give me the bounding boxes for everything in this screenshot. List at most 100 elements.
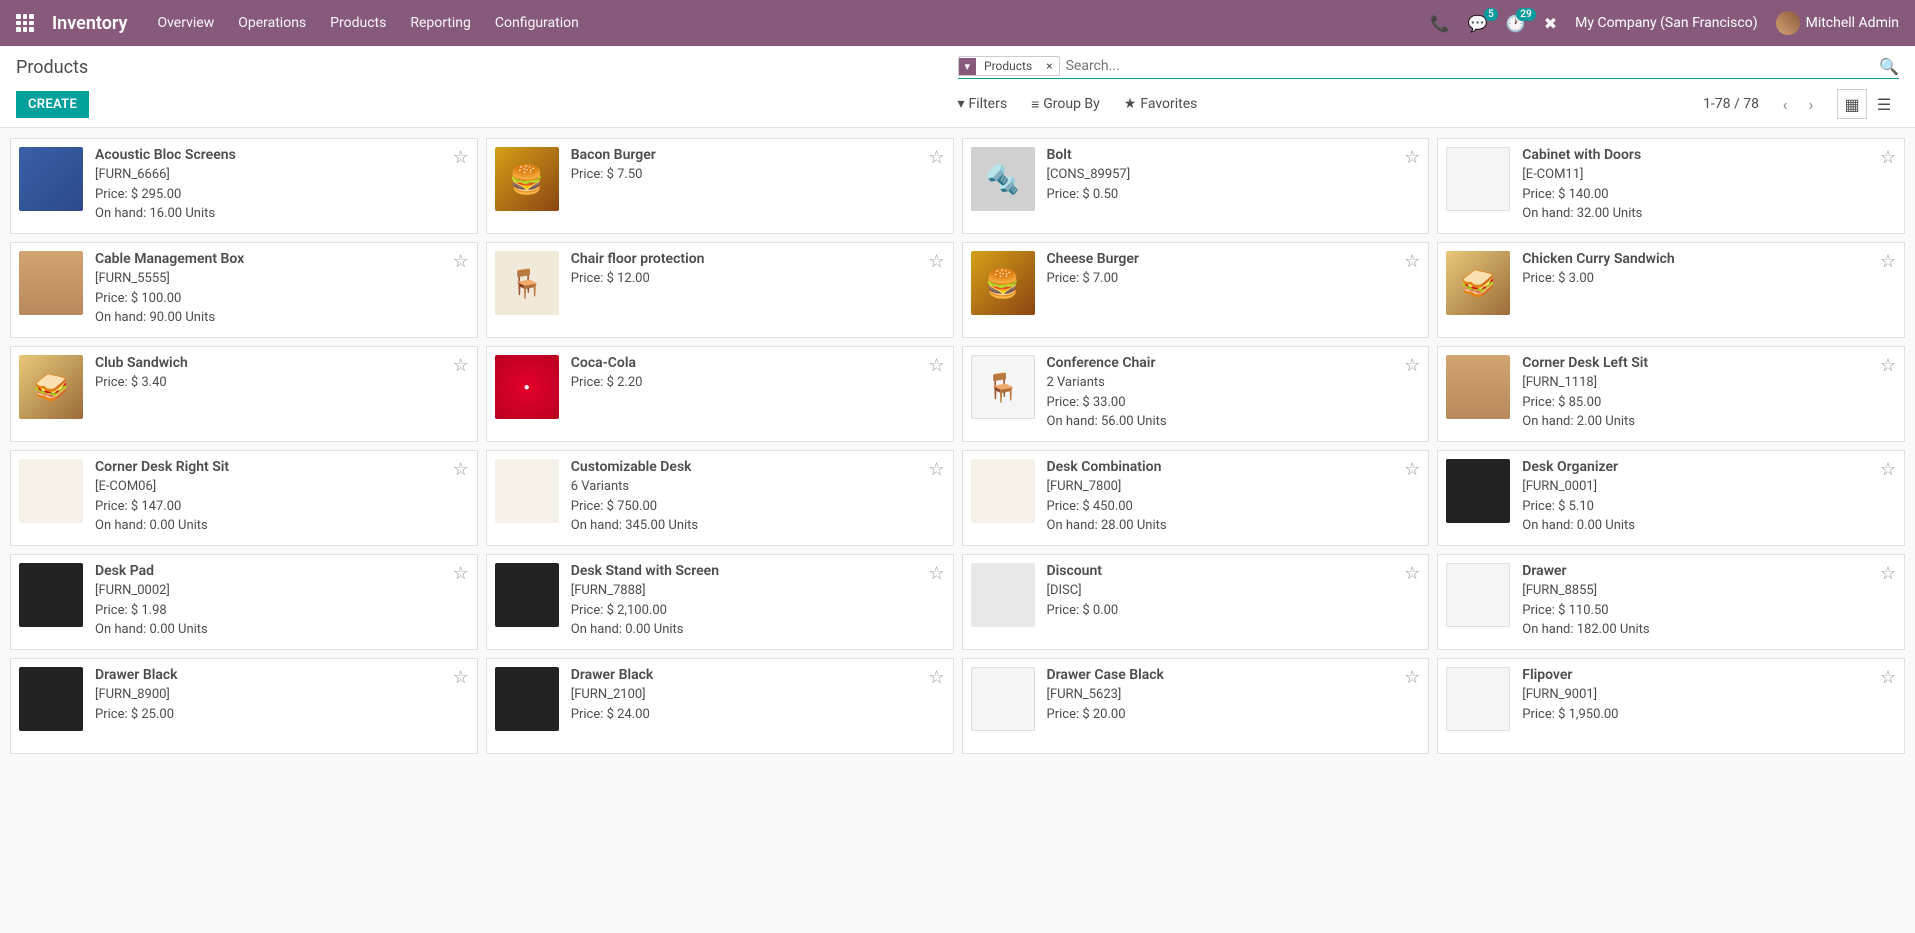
product-card[interactable]: Desk Pad [FURN_0002] Price: $ 1.98 On ha… bbox=[10, 554, 478, 650]
product-thumb: 🥪 bbox=[19, 355, 83, 419]
search-input[interactable] bbox=[1060, 56, 1871, 76]
product-price: Price: $ 20.00 bbox=[1047, 705, 1405, 725]
favorite-star[interactable]: ☆ bbox=[453, 459, 469, 537]
favorite-star[interactable]: ☆ bbox=[928, 355, 944, 433]
product-card[interactable]: Drawer Case Black [FURN_5623] Price: $ 2… bbox=[962, 658, 1430, 754]
view-kanban[interactable]: ▦ bbox=[1837, 89, 1867, 119]
product-code: [FURN_8900] bbox=[95, 685, 453, 705]
product-card[interactable]: Desk Combination [FURN_7800] Price: $ 45… bbox=[962, 450, 1430, 546]
view-list[interactable]: ☰ bbox=[1869, 89, 1899, 119]
favorite-star[interactable]: ☆ bbox=[1880, 563, 1896, 641]
product-card[interactable]: 🥪 Club Sandwich Price: $ 3.40 ☆ bbox=[10, 346, 478, 442]
product-card[interactable]: Desk Stand with Screen [FURN_7888] Price… bbox=[486, 554, 954, 650]
product-price: Price: $ 0.00 bbox=[1047, 601, 1405, 621]
activities-icon[interactable]: 🕐29 bbox=[1506, 14, 1526, 33]
top-navbar: Inventory Overview Operations Products R… bbox=[0, 0, 1915, 46]
favorite-star[interactable]: ☆ bbox=[1404, 667, 1420, 745]
favorite-star[interactable]: ☆ bbox=[1880, 355, 1896, 433]
product-code: [FURN_9001] bbox=[1522, 685, 1880, 705]
favorite-star[interactable]: ☆ bbox=[1404, 459, 1420, 537]
product-card[interactable]: 🍔 Cheese Burger Price: $ 7.00 ☆ bbox=[962, 242, 1430, 338]
funnel-icon: ▾ bbox=[958, 96, 965, 112]
product-onhand: On hand: 0.00 Units bbox=[95, 516, 453, 536]
favorite-star[interactable]: ☆ bbox=[453, 251, 469, 329]
favorite-star[interactable]: ☆ bbox=[1404, 147, 1420, 225]
product-card[interactable]: Drawer Black [FURN_2100] Price: $ 24.00 … bbox=[486, 658, 954, 754]
product-card[interactable]: Corner Desk Right Sit [E-COM06] Price: $… bbox=[10, 450, 478, 546]
nav-configuration[interactable]: Configuration bbox=[495, 15, 579, 31]
product-thumb bbox=[495, 563, 559, 627]
settings-icon[interactable]: ✖ bbox=[1544, 14, 1557, 33]
product-thumb: 🪑 bbox=[971, 355, 1035, 419]
favorite-star[interactable]: ☆ bbox=[453, 147, 469, 225]
nav-operations[interactable]: Operations bbox=[238, 15, 306, 31]
product-card[interactable]: Flipover [FURN_9001] Price: $ 1,950.00 ☆ bbox=[1437, 658, 1905, 754]
product-price: Price: $ 1.98 bbox=[95, 601, 453, 621]
product-price: Price: $ 450.00 bbox=[1047, 497, 1405, 517]
favorite-star[interactable]: ☆ bbox=[1404, 251, 1420, 329]
company-selector[interactable]: My Company (San Francisco) bbox=[1575, 15, 1757, 31]
favorite-star[interactable]: ☆ bbox=[1404, 563, 1420, 641]
favorite-star[interactable]: ☆ bbox=[928, 147, 944, 225]
pager-prev[interactable]: ‹ bbox=[1773, 92, 1797, 116]
product-card[interactable]: Customizable Desk 6 Variants Price: $ 75… bbox=[486, 450, 954, 546]
favorite-star[interactable]: ☆ bbox=[1880, 251, 1896, 329]
product-thumb bbox=[19, 147, 83, 211]
favorite-star[interactable]: ☆ bbox=[928, 667, 944, 745]
favorite-star[interactable]: ☆ bbox=[928, 459, 944, 537]
search-facet: ▾ Products × bbox=[958, 56, 1060, 76]
product-thumb: 🔩 bbox=[971, 147, 1035, 211]
product-card[interactable]: Acoustic Bloc Screens [FURN_6666] Price:… bbox=[10, 138, 478, 234]
product-thumb bbox=[495, 667, 559, 731]
favorite-star[interactable]: ☆ bbox=[1404, 355, 1420, 433]
favorite-star[interactable]: ☆ bbox=[928, 251, 944, 329]
product-code: [E-COM11] bbox=[1522, 165, 1880, 185]
product-thumb: 🪑 bbox=[495, 251, 559, 315]
product-price: Price: $ 100.00 bbox=[95, 289, 453, 309]
phone-icon[interactable]: 📞 bbox=[1430, 14, 1450, 33]
product-card[interactable]: 🥪 Chicken Curry Sandwich Price: $ 3.00 ☆ bbox=[1437, 242, 1905, 338]
favorite-star[interactable]: ☆ bbox=[1880, 459, 1896, 537]
product-price: Price: $ 12.00 bbox=[571, 269, 929, 289]
brand-title[interactable]: Inventory bbox=[52, 13, 127, 34]
product-card[interactable]: Cable Management Box [FURN_5555] Price: … bbox=[10, 242, 478, 338]
favorite-star[interactable]: ☆ bbox=[1880, 147, 1896, 225]
product-onhand: On hand: 90.00 Units bbox=[95, 308, 453, 328]
product-thumb bbox=[971, 563, 1035, 627]
product-card[interactable]: 🪑 Chair floor protection Price: $ 12.00 … bbox=[486, 242, 954, 338]
user-name: Mitchell Admin bbox=[1806, 15, 1899, 31]
facet-remove[interactable]: × bbox=[1040, 57, 1058, 75]
favorites-dropdown[interactable]: ★Favorites bbox=[1124, 89, 1198, 119]
product-card[interactable]: Corner Desk Left Sit [FURN_1118] Price: … bbox=[1437, 346, 1905, 442]
nav-reporting[interactable]: Reporting bbox=[410, 15, 471, 31]
apps-icon[interactable] bbox=[16, 14, 34, 32]
filters-dropdown[interactable]: ▾Filters bbox=[958, 89, 1008, 119]
product-thumb bbox=[971, 459, 1035, 523]
product-card[interactable]: Desk Organizer [FURN_0001] Price: $ 5.10… bbox=[1437, 450, 1905, 546]
product-card[interactable]: ● Coca-Cola Price: $ 2.20 ☆ bbox=[486, 346, 954, 442]
product-card[interactable]: Cabinet with Doors [E-COM11] Price: $ 14… bbox=[1437, 138, 1905, 234]
favorite-star[interactable]: ☆ bbox=[1880, 667, 1896, 745]
favorite-star[interactable]: ☆ bbox=[453, 667, 469, 745]
product-thumb bbox=[495, 459, 559, 523]
product-card[interactable]: 🍔 Bacon Burger Price: $ 7.50 ☆ bbox=[486, 138, 954, 234]
product-card[interactable]: 🔩 Bolt [CONS_89957] Price: $ 0.50 ☆ bbox=[962, 138, 1430, 234]
groupby-dropdown[interactable]: ≡Group By bbox=[1031, 89, 1100, 119]
user-menu[interactable]: Mitchell Admin bbox=[1776, 11, 1899, 35]
nav-overview[interactable]: Overview bbox=[157, 15, 214, 31]
product-card[interactable]: Discount [DISC] Price: $ 0.00 ☆ bbox=[962, 554, 1430, 650]
create-button[interactable]: CREATE bbox=[16, 91, 89, 118]
pager-next[interactable]: › bbox=[1799, 92, 1823, 116]
product-thumb: 🍔 bbox=[495, 147, 559, 211]
product-code: 6 Variants bbox=[571, 477, 929, 497]
search-icon[interactable]: 🔍 bbox=[1879, 57, 1899, 76]
product-card[interactable]: Drawer Black [FURN_8900] Price: $ 25.00 … bbox=[10, 658, 478, 754]
nav-products[interactable]: Products bbox=[330, 15, 386, 31]
favorite-star[interactable]: ☆ bbox=[928, 563, 944, 641]
product-card[interactable]: 🪑 Conference Chair 2 Variants Price: $ 3… bbox=[962, 346, 1430, 442]
favorite-star[interactable]: ☆ bbox=[453, 355, 469, 433]
favorite-star[interactable]: ☆ bbox=[453, 563, 469, 641]
messages-icon[interactable]: 💬5 bbox=[1468, 14, 1488, 33]
product-card[interactable]: Drawer [FURN_8855] Price: $ 110.50 On ha… bbox=[1437, 554, 1905, 650]
product-thumb: 🍔 bbox=[971, 251, 1035, 315]
